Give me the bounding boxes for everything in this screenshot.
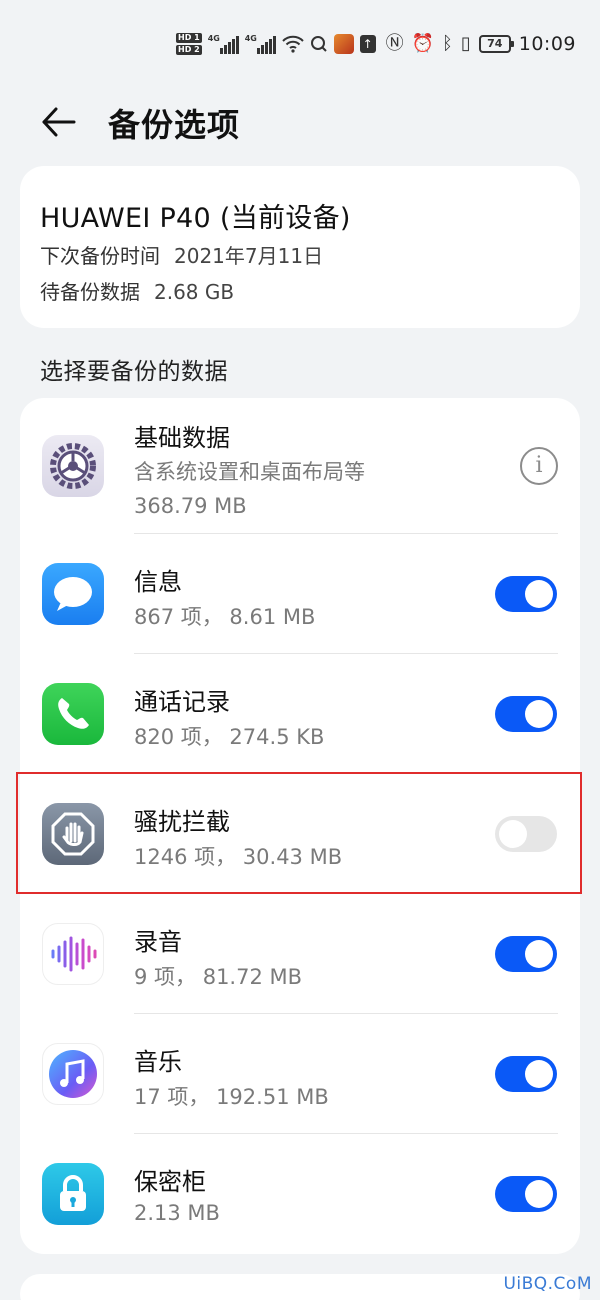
toggle-knob [525, 700, 553, 728]
nfc-icon: Ⓝ [385, 33, 404, 54]
toggle-knob [525, 1180, 553, 1208]
pending-data-label: 待备份数据 [40, 280, 140, 304]
item-desc: 2.13 MB [134, 1201, 220, 1225]
list-item-basic-data[interactable]: 基础数据 含系统设置和桌面布局等 368.79 MB i [20, 398, 580, 534]
item-desc: 867 项， 8.61 MB [134, 605, 316, 629]
header: 备份选项 [0, 90, 600, 154]
item-desc: 9 项， 81.72 MB [134, 965, 303, 989]
pending-data-row: 待备份数据 2.68 GB [40, 276, 234, 305]
item-title: 基础数据 [134, 424, 230, 452]
lock-icon [42, 1163, 104, 1225]
next-card [20, 1274, 580, 1300]
music-note-icon [42, 1043, 104, 1105]
next-backup-label: 下次备份时间 [40, 244, 160, 268]
vibrate-icon: ▯ [460, 33, 471, 54]
status-right-icons: Ⓝ ⏰ ᛒ ▯ 74 10:09 [386, 30, 576, 58]
item-desc: 含系统设置和桌面布局等 [134, 460, 365, 484]
toggle-switch[interactable] [495, 576, 557, 612]
list-item-safe[interactable]: 保密柜 2.13 MB [20, 1134, 580, 1254]
page-title: 备份选项 [108, 106, 241, 144]
alarm-icon: ⏰ [411, 33, 435, 54]
signal-icon: 4G [245, 34, 276, 54]
item-title: 通话记录 [134, 688, 230, 716]
item-title: 录音 [134, 928, 182, 956]
toggle-switch[interactable] [495, 1176, 557, 1212]
list-item-messages[interactable]: 信息 867 项， 8.61 MB [20, 534, 580, 654]
battery-icon: 74 [478, 35, 514, 53]
network-type-label: 4G [244, 34, 257, 43]
status-bar: HD 1 HD 2 4G 4G ↑ Ⓝ ⏰ ᛒ ▯ 74 10:09 [0, 0, 600, 80]
toggle-switch[interactable] [495, 696, 557, 732]
item-size: 368.79 MB [134, 494, 247, 518]
signal-icon: 4G [208, 34, 239, 54]
section-title: 选择要备份的数据 [40, 359, 228, 385]
info-button[interactable]: i [520, 447, 558, 485]
phone-icon [42, 683, 104, 745]
highlight-box [16, 772, 582, 894]
status-left-icons: HD 1 HD 2 4G 4G ↑ [176, 28, 376, 60]
toggle-switch[interactable] [495, 1056, 557, 1092]
watermark: UiBQ.CoM [503, 1274, 592, 1294]
pending-data-value: 2.68 GB [154, 280, 235, 304]
arrow-left-icon [42, 107, 76, 137]
item-desc: 17 项， 192.51 MB [134, 1085, 329, 1109]
messages-icon [42, 563, 104, 625]
toggle-knob [525, 1060, 553, 1088]
clock: 10:09 [518, 33, 576, 55]
hd1-label: HD 1 [176, 33, 202, 43]
toggle-switch[interactable] [495, 936, 557, 972]
list-item-call-log[interactable]: 通话记录 820 项， 274.5 KB [20, 654, 580, 774]
item-desc: 820 项， 274.5 KB [134, 725, 325, 749]
game-app-icon [333, 34, 354, 54]
wifi-icon [281, 35, 304, 53]
toggle-knob [525, 580, 553, 608]
list-item-recordings[interactable]: 录音 9 项， 81.72 MB [20, 894, 580, 1014]
network-type-label: 4G [207, 34, 220, 43]
bluetooth-icon: ᛒ [442, 33, 453, 54]
next-backup-row: 下次备份时间 2021年7月11日 [40, 240, 323, 269]
hd2-label: HD 2 [176, 45, 202, 55]
device-card: HUAWEI P40 (当前设备) 下次备份时间 2021年7月11日 待备份数据… [20, 166, 580, 328]
item-title: 音乐 [134, 1048, 182, 1076]
upload-icon: ↑ [359, 35, 376, 53]
next-backup-value: 2021年7月11日 [174, 244, 324, 268]
item-title: 保密柜 [134, 1168, 206, 1196]
hd-icon: HD 1 HD 2 [176, 33, 202, 55]
back-button[interactable] [38, 102, 78, 142]
device-name: HUAWEI P40 (当前设备) [40, 203, 351, 234]
settings-gear-icon [42, 435, 104, 497]
list-item-music[interactable]: 音乐 17 项， 192.51 MB [20, 1014, 580, 1134]
item-title: 信息 [134, 568, 182, 596]
recorder-waveform-icon [42, 923, 104, 985]
toggle-knob [525, 940, 553, 968]
hotspot-icon [310, 36, 327, 52]
